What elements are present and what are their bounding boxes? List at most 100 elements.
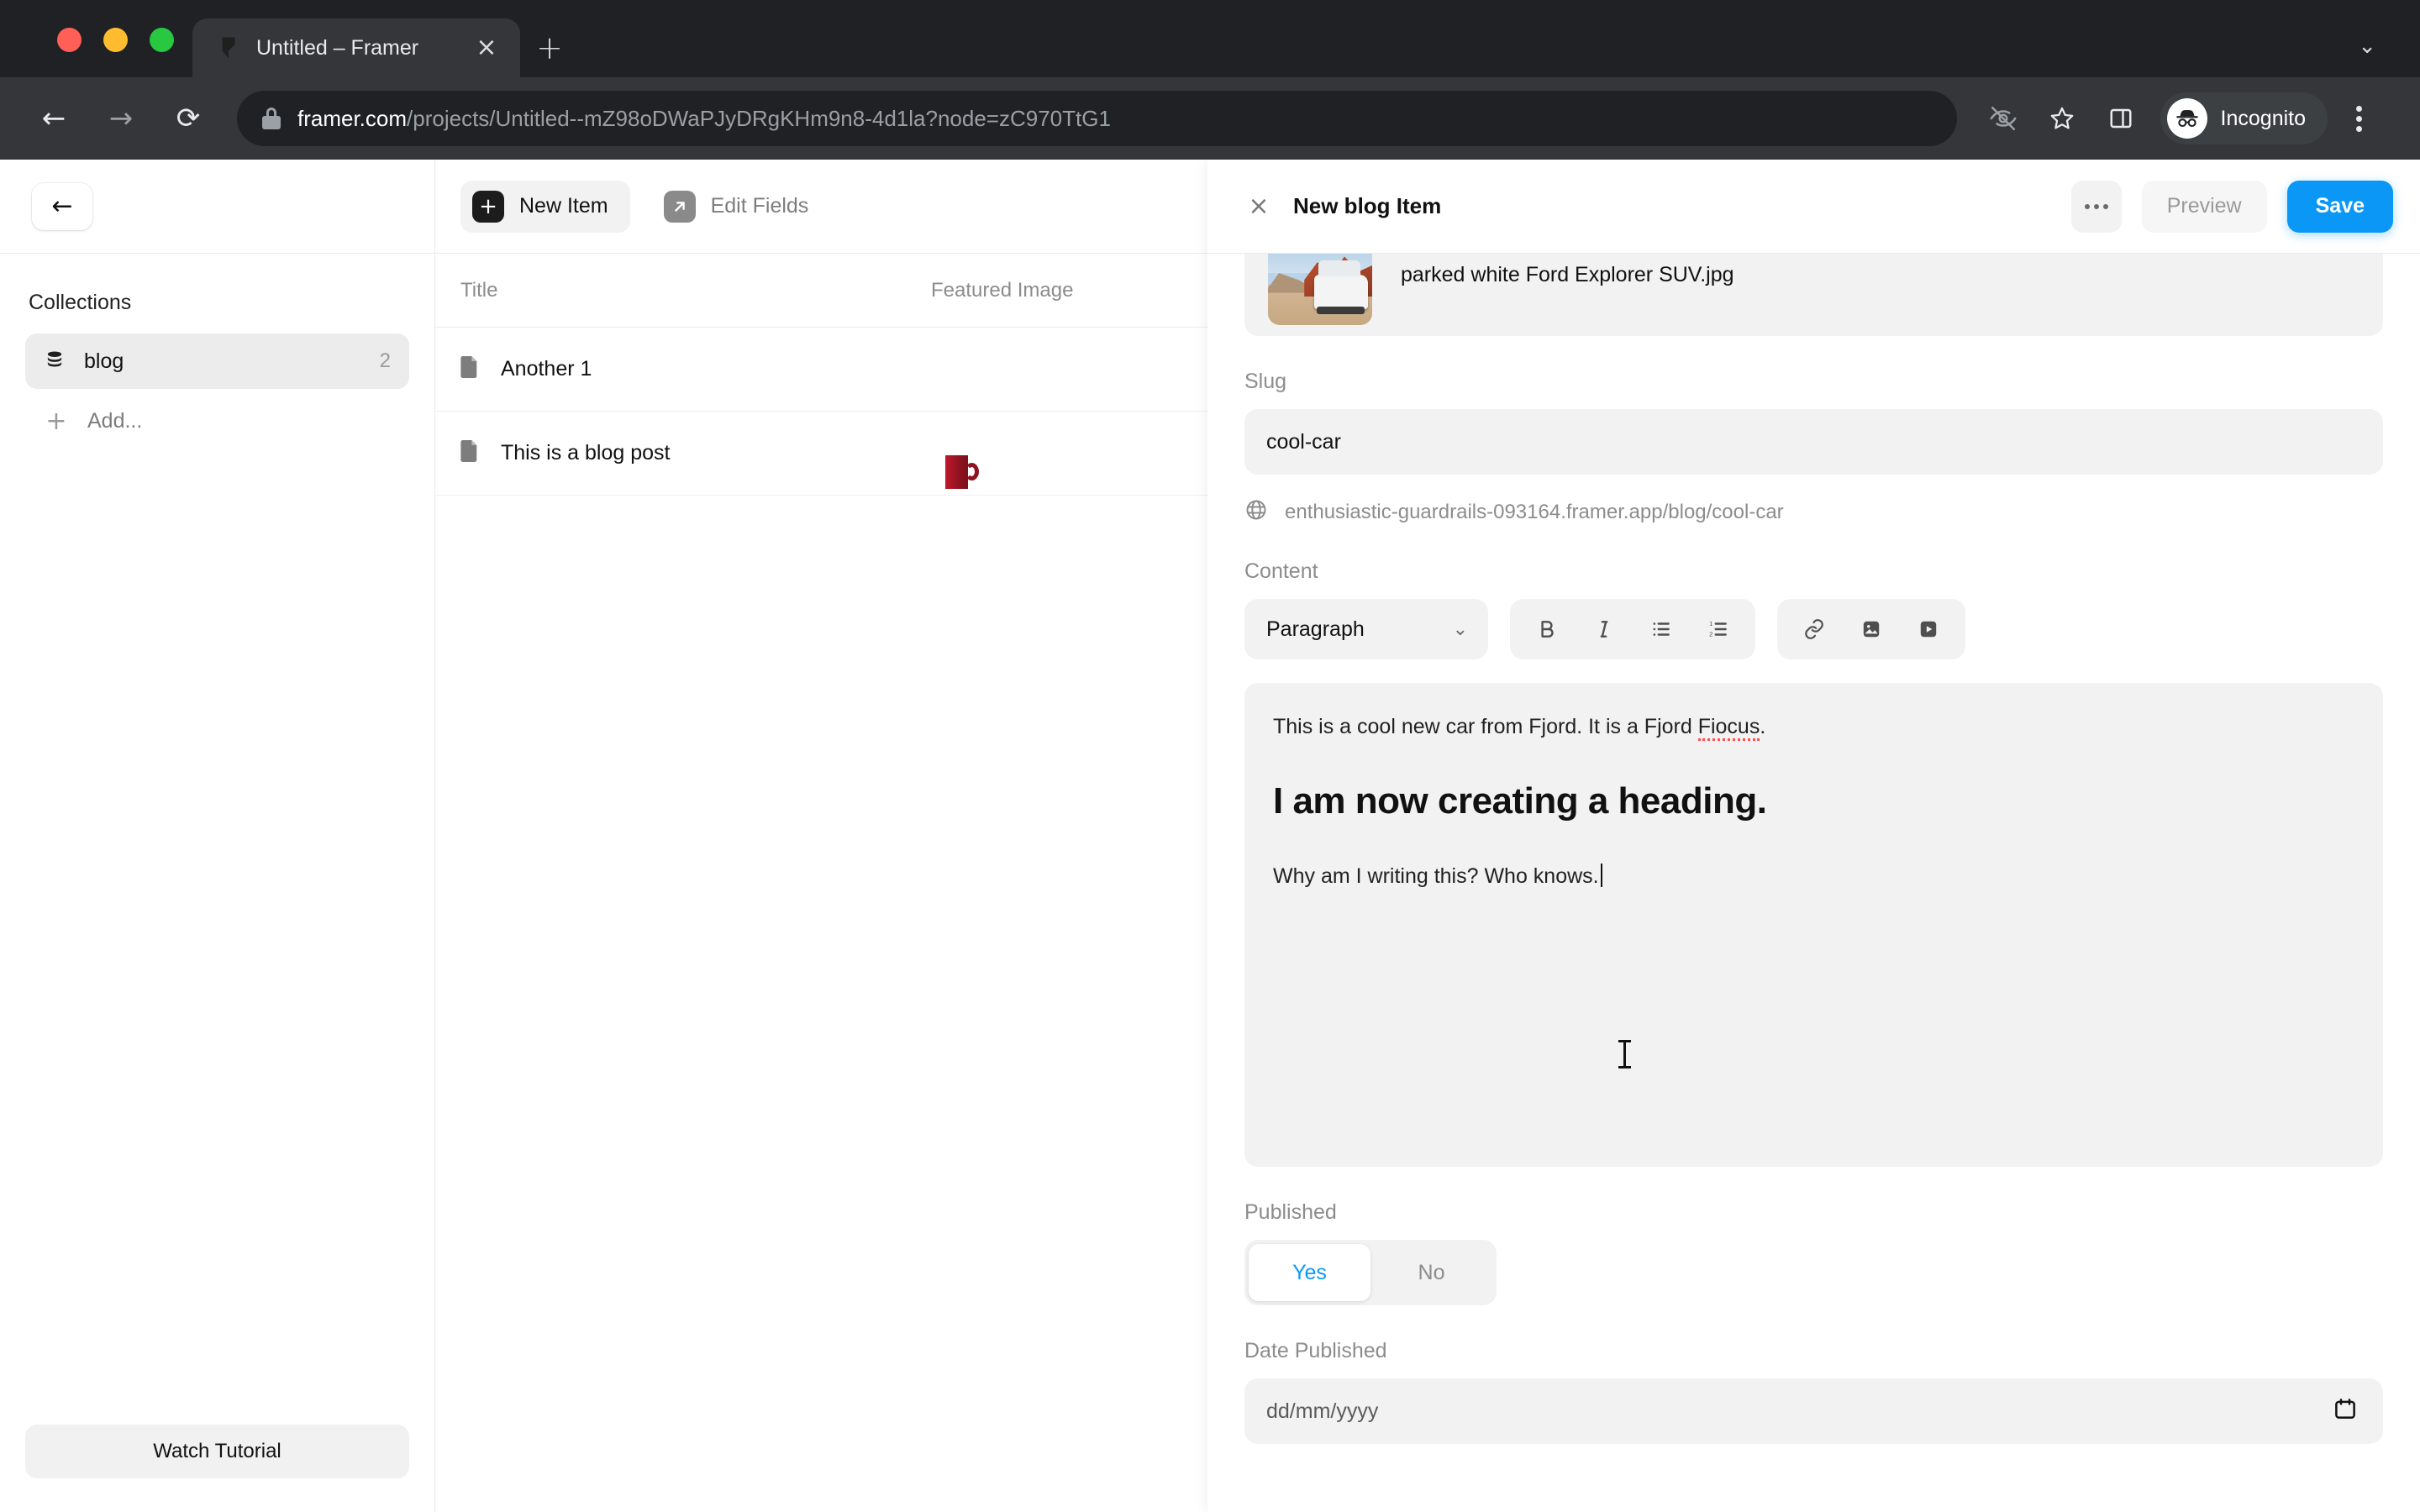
panel-body: parked white Ford Explorer SUV.jpg Slug …	[1207, 254, 2420, 1512]
incognito-hat-icon	[2166, 98, 2207, 139]
profile-incognito-indicator[interactable]: Incognito	[2160, 92, 2328, 144]
close-icon[interactable]: ×	[470, 35, 503, 60]
kebab-menu-icon[interactable]	[2331, 91, 2386, 146]
back-to-canvas-button[interactable]: ←	[32, 182, 92, 230]
window-traffic-lights	[0, 28, 174, 77]
row-title-cell: Another 1	[435, 356, 931, 382]
content-label: Content	[1244, 559, 1318, 583]
editor-paragraph-2: Why am I writing this? Who knows.	[1273, 861, 2354, 893]
published-toggle: Yes No	[1244, 1240, 1497, 1305]
column-header-title[interactable]: Title	[435, 279, 931, 302]
chevron-down-icon: ⌄	[1452, 618, 1468, 640]
address-path: /projects/Untitled--mZ98oDWaPJyDRgKHm9n8…	[407, 105, 1111, 131]
featured-image-thumbnail	[1268, 254, 1372, 325]
slug-url-preview: enthusiastic-guardrails-093164.framer.ap…	[1244, 498, 2383, 526]
bullet-list-icon[interactable]	[1633, 605, 1690, 654]
slug-label: Slug	[1244, 370, 1287, 393]
row-title-cell: This is a blog post	[435, 440, 931, 466]
minimize-window-button[interactable]	[103, 28, 128, 52]
back-button[interactable]: ←	[24, 88, 84, 149]
add-collection-button[interactable]: + Add...	[25, 396, 409, 446]
featured-image-field[interactable]: parked white Ford Explorer SUV.jpg	[1244, 254, 2383, 336]
panel-title: New blog Item	[1293, 193, 1442, 218]
bold-icon[interactable]	[1518, 605, 1576, 654]
eye-off-icon[interactable]	[1975, 91, 2031, 146]
close-icon[interactable]: ×	[1244, 192, 1273, 221]
maximize-window-button[interactable]	[150, 28, 174, 52]
calendar-icon[interactable]	[2333, 1396, 2358, 1427]
tab-title: Untitled – Framer	[256, 35, 419, 60]
sidebar-item-blog[interactable]: blog 2	[25, 333, 409, 389]
database-icon	[44, 349, 66, 375]
slug-input[interactable]: cool-car	[1244, 409, 2383, 475]
insert-group	[1777, 599, 1965, 659]
new-tab-button[interactable]: +	[520, 18, 579, 77]
toolbar-actions: Incognito	[1975, 91, 2386, 146]
save-button[interactable]: Save	[2286, 180, 2393, 233]
date-published-label: Date Published	[1244, 1339, 1387, 1362]
address-bar-text: framer.com/projects/Untitled--mZ98oDWaPJ…	[297, 106, 1111, 132]
collections-heading: Collections	[29, 291, 132, 314]
address-host: framer.com	[297, 105, 408, 131]
block-type-value: Paragraph	[1266, 617, 1365, 641]
preview-button[interactable]: Preview	[2141, 180, 2267, 233]
featured-image-filename: parked white Ford Explorer SUV.jpg	[1401, 262, 1734, 286]
chevron-down-icon[interactable]: ⌄	[2358, 33, 2376, 59]
profile-label: Incognito	[2220, 106, 2306, 130]
row-title-text: Another 1	[501, 357, 592, 381]
svg-text:1: 1	[1709, 620, 1712, 627]
slug-url-text: enthusiastic-guardrails-093164.framer.ap…	[1285, 500, 1784, 523]
reload-button[interactable]: ⟳	[158, 88, 218, 149]
collections-sidebar: ← Collections blog 2 + Add... Watch Tuto…	[0, 160, 435, 1512]
numbered-list-icon[interactable]: 1 2	[1690, 605, 1747, 654]
editor-toolbar: Paragraph ⌄ 1 2	[1244, 599, 2383, 659]
edit-fields-button[interactable]: Edit Fields	[652, 181, 831, 233]
published-label: Published	[1244, 1200, 1337, 1224]
watch-tutorial-button[interactable]: Watch Tutorial	[25, 1425, 409, 1478]
document-icon	[460, 440, 479, 466]
block-type-select[interactable]: Paragraph ⌄	[1244, 599, 1488, 659]
row-title-text: This is a blog post	[501, 441, 671, 465]
text-cursor-pointer	[1618, 1040, 1631, 1068]
plus-icon: +	[45, 406, 67, 436]
sidebar-item-label: blog	[84, 349, 124, 373]
date-published-input[interactable]: dd/mm/yyyy	[1244, 1378, 2383, 1444]
italic-icon[interactable]	[1576, 605, 1633, 654]
editor-paragraph-1-before: This is a cool new car from Fjord. It is…	[1273, 715, 1698, 738]
image-icon[interactable]	[1843, 605, 1900, 654]
address-bar[interactable]: framer.com/projects/Untitled--mZ98oDWaPJ…	[237, 91, 1957, 146]
lock-icon	[262, 108, 281, 129]
text-caret	[1600, 863, 1602, 887]
document-icon	[460, 356, 479, 382]
editor-heading: I am now creating a heading.	[1273, 780, 1767, 822]
published-yes-option[interactable]: Yes	[1249, 1244, 1370, 1301]
editor-paragraph-1: This is a cool new car from Fjord. It is…	[1273, 711, 2354, 743]
sidebar-item-count: 2	[379, 349, 391, 372]
plus-square-icon: +	[472, 190, 504, 223]
close-window-button[interactable]	[57, 28, 82, 52]
browser-window: Untitled – Framer × + ⌄ ← → ⟳ framer.com…	[0, 0, 2420, 1512]
more-options-icon[interactable]	[2070, 180, 2122, 233]
misspelled-word: Fiocus	[1697, 715, 1760, 741]
add-collection-label: Add...	[87, 408, 143, 433]
published-no-option[interactable]: No	[1370, 1244, 1492, 1301]
text-format-group: 1 2	[1510, 599, 1755, 659]
svg-text:2: 2	[1709, 631, 1712, 638]
arrow-up-right-icon	[663, 190, 696, 223]
browser-tab[interactable]: Untitled – Framer ×	[192, 18, 520, 77]
new-item-label: New Item	[519, 194, 608, 218]
star-icon[interactable]	[2034, 91, 2090, 146]
new-item-button[interactable]: + New Item	[460, 180, 630, 233]
browser-toolbar: ← → ⟳ framer.com/projects/Untitled--mZ98…	[0, 77, 2420, 160]
link-icon[interactable]	[1786, 605, 1843, 654]
side-panel-icon[interactable]	[2093, 91, 2149, 146]
new-item-panel: × New blog Item Preview Save parked whit…	[1207, 160, 2420, 1512]
framer-logo-icon	[216, 35, 241, 60]
globe-icon	[1244, 498, 1268, 526]
editor-paragraph-2-text: Why am I writing this? Who knows.	[1273, 864, 1599, 888]
content-editor[interactable]: This is a cool new car from Fjord. It is…	[1244, 683, 2383, 1167]
browser-tabstrip: Untitled – Framer × + ⌄	[0, 0, 2420, 77]
forward-button[interactable]: →	[91, 88, 151, 149]
video-icon[interactable]	[1900, 605, 1957, 654]
